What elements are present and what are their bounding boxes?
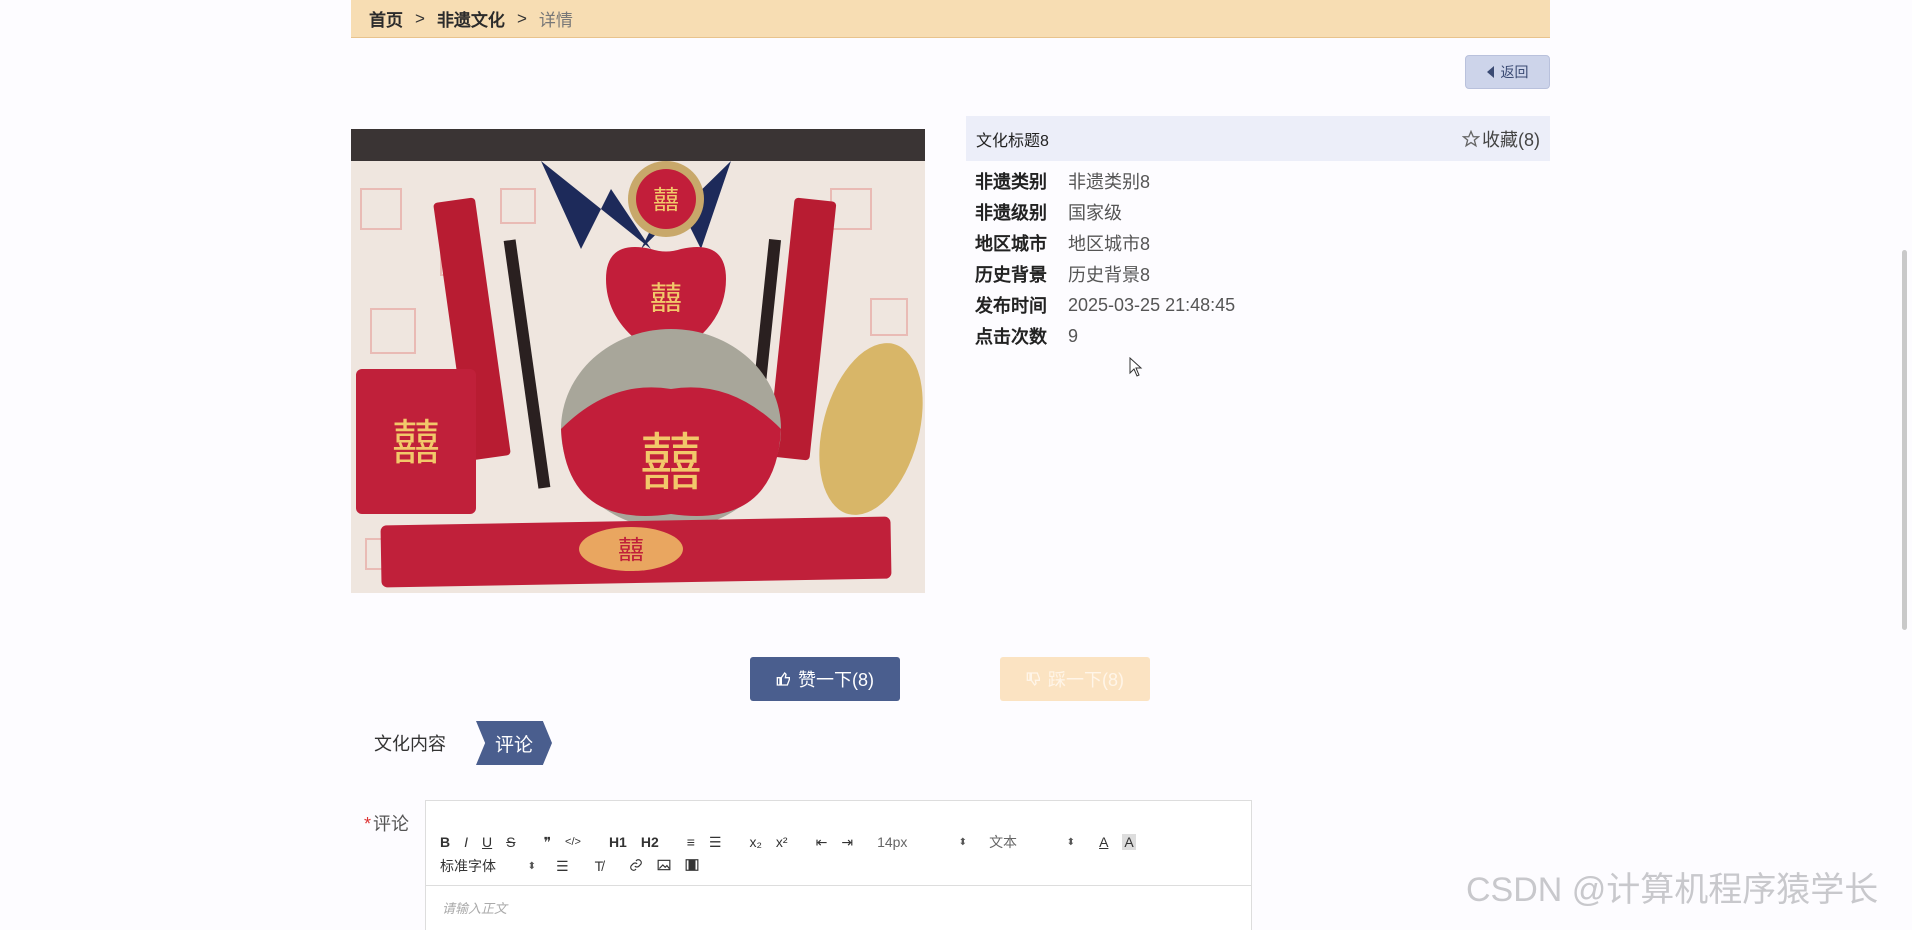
image-icon[interactable]: [657, 858, 671, 875]
breadcrumb-home-link[interactable]: 首页: [369, 6, 403, 31]
thumbs-up-icon: [776, 671, 790, 686]
breadcrumb: 首页 > 非遗文化 > 详情: [351, 0, 1550, 38]
text-type-value: 文本: [989, 834, 1018, 850]
info-row-level: 非遗级别 国家级: [975, 199, 1122, 225]
comment-editor: B I U S ❞ </> H1 H2 ≡ ☰ x₂ x² ⇤ ⇥ 14px ⬍ …: [425, 800, 1252, 930]
font-family-value: 标准字体: [440, 858, 496, 874]
info-key: 历史背景: [975, 265, 1047, 285]
ordered-list-button[interactable]: ≡: [687, 834, 695, 850]
caret-left-icon: [1486, 66, 1494, 78]
info-key: 地区城市: [975, 234, 1047, 254]
star-outline-icon: [1462, 129, 1480, 147]
like-button[interactable]: 赞一下(8): [750, 657, 900, 701]
indent-button[interactable]: ⇥: [841, 834, 853, 851]
info-key: 发布时间: [975, 296, 1047, 316]
heritage-image: 囍 囍 囍 囍 囍: [351, 129, 925, 593]
svg-text:囍: 囍: [653, 186, 679, 216]
underline-button[interactable]: U: [482, 834, 492, 850]
info-value: 非遗类别8: [1068, 172, 1151, 192]
comment-field-label: * 评论: [364, 810, 409, 836]
editor-toolbar-row-1: B I U S ❞ </> H1 H2 ≡ ☰ x₂ x² ⇤ ⇥ 14px ⬍ …: [440, 831, 1150, 853]
background-color-icon[interactable]: A: [1122, 834, 1136, 850]
info-value: 地区城市8: [1068, 234, 1151, 254]
select-arrows-icon: ⬍: [527, 860, 536, 872]
info-value: 2025-03-25 21:48:45: [1068, 294, 1236, 315]
header-2-button[interactable]: H2: [641, 834, 659, 850]
info-row-click-count: 点击次数 9: [975, 323, 1078, 349]
dislike-label: 踩一下(8): [1048, 670, 1124, 690]
required-mark: *: [364, 814, 372, 834]
svg-text:囍: 囍: [392, 415, 440, 471]
tab-culture-content[interactable]: 文化内容: [374, 730, 446, 756]
video-icon[interactable]: [685, 858, 699, 875]
svg-text:囍: 囍: [618, 536, 644, 566]
info-row-city: 地区城市 地区城市8: [975, 230, 1150, 256]
svg-text:囍: 囍: [640, 426, 702, 499]
editor-divider: [426, 885, 1251, 886]
breadcrumb-separator: >: [516, 8, 527, 28]
dislike-button[interactable]: 踩一下(8): [1000, 657, 1150, 701]
info-row-category: 非遗类别 非遗类别8: [975, 168, 1150, 194]
bold-button[interactable]: B: [440, 834, 450, 850]
thumbs-down-icon: [1026, 672, 1040, 687]
heritage-photo-illustration: 囍 囍 囍 囍 囍: [351, 129, 925, 593]
editor-placeholder[interactable]: 请输入正文: [442, 898, 507, 917]
info-value: 历史背景8: [1068, 265, 1151, 285]
font-color-icon[interactable]: A: [1099, 834, 1108, 850]
bullet-list-button[interactable]: ☰: [709, 834, 722, 851]
subscript-button[interactable]: x₂: [749, 834, 761, 850]
text-type-select[interactable]: 文本 ⬍: [989, 832, 1075, 852]
editor-toolbar-row-2: 标准字体 ⬍ ☰ T̸: [440, 855, 713, 877]
italic-button[interactable]: I: [464, 834, 468, 850]
code-block-button[interactable]: </>: [565, 836, 581, 848]
breadcrumb-section-link[interactable]: 非遗文化: [437, 6, 505, 31]
strike-button[interactable]: S: [506, 834, 515, 850]
info-value: 国家级: [1068, 203, 1122, 223]
select-arrows-icon: ⬍: [958, 836, 968, 848]
select-arrows-icon: ⬍: [1066, 836, 1076, 848]
mouse-cursor-icon: [1129, 357, 1143, 377]
outdent-button[interactable]: ⇤: [816, 834, 828, 851]
back-button-label: 返回: [1500, 64, 1529, 80]
font-size-select[interactable]: 14px ⬍: [877, 834, 967, 850]
font-size-value: 14px: [877, 834, 908, 850]
clear-format-icon[interactable]: T̸: [595, 858, 604, 874]
favorite-label: 收藏(8): [1482, 129, 1540, 150]
breadcrumb-current: 详情: [538, 11, 573, 30]
align-left-icon[interactable]: ☰: [556, 858, 569, 875]
info-row-publish-time: 发布时间 2025-03-25 21:48:45: [975, 292, 1235, 318]
info-row-history: 历史背景 历史背景8: [975, 261, 1150, 287]
comment-label-text: 评论: [373, 814, 410, 834]
back-button[interactable]: 返回: [1465, 55, 1550, 89]
blockquote-button[interactable]: ❞: [543, 834, 551, 851]
font-family-select[interactable]: 标准字体 ⬍: [440, 856, 536, 876]
detail-title: 文化标题8: [976, 132, 1049, 150]
tab-comment[interactable]: 评论: [476, 721, 552, 765]
header-1-button[interactable]: H1: [609, 834, 627, 850]
info-key: 非遗级别: [975, 203, 1047, 223]
link-icon[interactable]: [629, 858, 643, 875]
page-scrollbar[interactable]: [1902, 250, 1907, 630]
breadcrumb-separator: >: [415, 8, 425, 28]
detail-title-bar: 文化标题8 收藏(8): [966, 116, 1550, 161]
info-key: 非遗类别: [975, 172, 1047, 192]
info-value: 9: [1068, 325, 1079, 346]
favorite-button[interactable]: 收藏(8): [1462, 126, 1540, 152]
svg-text:囍: 囍: [650, 279, 682, 317]
watermark: CSDN @计算机程序猿学长: [1466, 871, 1879, 909]
info-key: 点击次数: [975, 327, 1047, 347]
superscript-button[interactable]: x²: [776, 834, 788, 850]
like-label: 赞一下(8): [798, 670, 874, 690]
